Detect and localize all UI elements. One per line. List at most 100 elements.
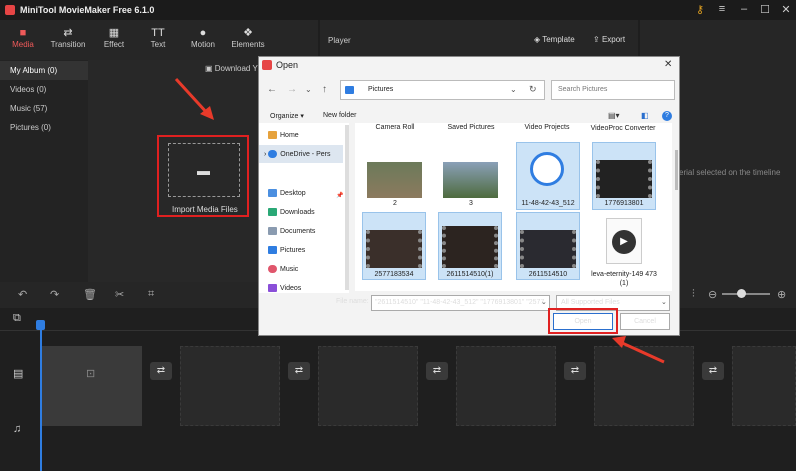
layers-icon: ◈ [534, 35, 543, 44]
download-link[interactable]: ▣ Download Y [205, 64, 258, 73]
transition-icon[interactable]: ⇄ [288, 362, 310, 380]
transition-icon[interactable]: ⇄ [564, 362, 586, 380]
template-label: Template [542, 35, 575, 44]
file-scrollbar[interactable] [675, 150, 678, 190]
file-name: 11-48-42-43_512 [521, 200, 575, 207]
export-label: Export [601, 35, 626, 44]
effect-icon: ▦ [108, 27, 120, 39]
add-track-icon[interactable]: ⧉ [13, 312, 21, 325]
file-name: 1776913801 [604, 200, 644, 207]
search-input[interactable]: Search Pictures [551, 80, 675, 100]
nav-item-downloads[interactable]: Downloads [268, 208, 315, 216]
file-name: 2611514510(1) [446, 271, 494, 278]
menu-icon[interactable]: ≡ [712, 3, 732, 15]
view-options-icon[interactable]: ▤▾ [608, 111, 620, 120]
breadcrumb[interactable]: Pictures [368, 86, 393, 93]
video-slot[interactable] [42, 346, 142, 426]
forward-icon[interactable]: → [287, 84, 297, 95]
template-button[interactable]: ◈ Template [534, 35, 575, 44]
dialog-close-icon[interactable]: ✕ [664, 59, 672, 70]
sidebar-item-my-album[interactable]: My Album (0) [0, 61, 88, 80]
file-name: 2577183534 [374, 271, 414, 278]
dialog-title: Open [276, 60, 299, 70]
tab-elements[interactable]: ❖ Elements [226, 26, 270, 49]
nav-item-music[interactable]: Music [268, 265, 298, 273]
preview-pane-icon[interactable]: ◧ [641, 111, 649, 120]
chevron-down-icon[interactable]: ⌄ [510, 85, 517, 94]
video-slot[interactable] [456, 346, 556, 426]
playhead[interactable] [40, 320, 42, 471]
tab-text[interactable]: TT Text [136, 26, 180, 49]
sidebar-item-videos[interactable]: Videos (0) [0, 80, 88, 99]
maximize-icon[interactable]: ☐ [755, 3, 775, 16]
desktop-icon [268, 189, 277, 197]
organize-menu[interactable]: Organize ▾ [270, 112, 304, 120]
playhead-handle[interactable] [36, 320, 45, 330]
open-button[interactable]: Open [553, 313, 613, 330]
redo-icon[interactable]: ↷ [50, 288, 59, 301]
chevron-down-icon[interactable]: ⌄ [541, 298, 547, 306]
app-logo-icon [5, 5, 15, 15]
zoom-slider-handle[interactable] [737, 289, 746, 298]
cancel-button[interactable]: Cancel [620, 313, 670, 330]
folder-label[interactable]: Camera Roll [362, 124, 428, 131]
nav-item-onedrive[interactable]: › OneDrive - Pers [264, 150, 330, 158]
tab-media[interactable]: ■ Media [1, 26, 45, 49]
tab-effect[interactable]: ▦ Effect [92, 26, 136, 49]
music-icon [268, 265, 277, 273]
video-slot[interactable] [318, 346, 418, 426]
split-icon[interactable]: ✂ [115, 288, 124, 301]
minimize-icon[interactable]: – [734, 3, 754, 15]
nav-scrollbar[interactable] [345, 125, 349, 290]
video-slot[interactable] [180, 346, 280, 426]
download-label: Download Y [214, 64, 258, 73]
folder-icon: ■ [19, 27, 27, 39]
chevron-down-icon[interactable]: ⌄ [661, 298, 667, 306]
tab-transition[interactable]: ⇄ Transition [46, 26, 90, 49]
sidebar-item-music[interactable]: Music (57) [0, 99, 88, 118]
folder-label[interactable]: Saved Pictures [438, 124, 504, 131]
motion-icon: ● [199, 27, 207, 39]
file-name: 2611514510 [528, 271, 568, 278]
file-name: 2 [393, 200, 397, 207]
empty-hint: erial selected on the timeline [679, 168, 781, 177]
player-label: Player [328, 36, 351, 45]
zoom-in-icon[interactable]: ⊕ [777, 288, 786, 301]
nav-item-pictures[interactable]: Pictures [268, 246, 305, 254]
refresh-icon[interactable]: ↻ [529, 84, 537, 95]
zoom-out-icon[interactable]: ⊖ [708, 288, 717, 301]
document-icon [268, 227, 277, 235]
image-thumbnail [367, 162, 422, 198]
nav-item-documents[interactable]: Documents [268, 227, 315, 235]
new-folder-button[interactable]: New folder [323, 112, 356, 119]
delete-icon[interactable]: 🗑 [83, 288, 97, 301]
nav-item-videos[interactable]: Videos [268, 284, 301, 292]
filename-input[interactable]: "2611514510" "11-48-42-43_512" "17769138… [371, 295, 550, 311]
up-icon[interactable]: ↑ [322, 84, 327, 95]
close-icon[interactable]: ✕ [776, 3, 796, 16]
undo-icon[interactable]: ↶ [18, 288, 27, 301]
video-thumbnail [596, 160, 652, 198]
export-button[interactable]: ⇪ Export [593, 35, 625, 44]
nav-item-home[interactable]: Home [268, 131, 299, 139]
transition-icon[interactable]: ⇄ [150, 362, 172, 380]
nav-item-desktop[interactable]: Desktop [268, 189, 306, 197]
download-icon [268, 208, 277, 216]
zoom-slider[interactable] [722, 293, 770, 295]
app-logo-icon [262, 60, 272, 70]
folder-label[interactable]: VideoProc Converter [590, 124, 656, 133]
back-icon[interactable]: ← [267, 84, 277, 95]
chevron-down-icon[interactable]: ⌄ [305, 85, 312, 94]
transition-icon[interactable]: ⇄ [426, 362, 448, 380]
nav-label: Downloads [280, 208, 315, 216]
video-slot[interactable] [732, 346, 796, 426]
transition-icon[interactable]: ⇄ [702, 362, 724, 380]
crop-icon[interactable]: ⌗ [148, 288, 154, 301]
tab-motion[interactable]: ● Motion [181, 26, 225, 49]
sidebar-item-pictures[interactable]: Pictures (0) [0, 118, 88, 137]
play-icon: ▶ [612, 230, 636, 254]
folder-label[interactable]: Video Projects [514, 124, 580, 131]
help-icon[interactable]: ? [662, 111, 672, 121]
nav-label: Desktop [280, 189, 306, 197]
key-icon[interactable]: ⚷ [690, 3, 710, 16]
